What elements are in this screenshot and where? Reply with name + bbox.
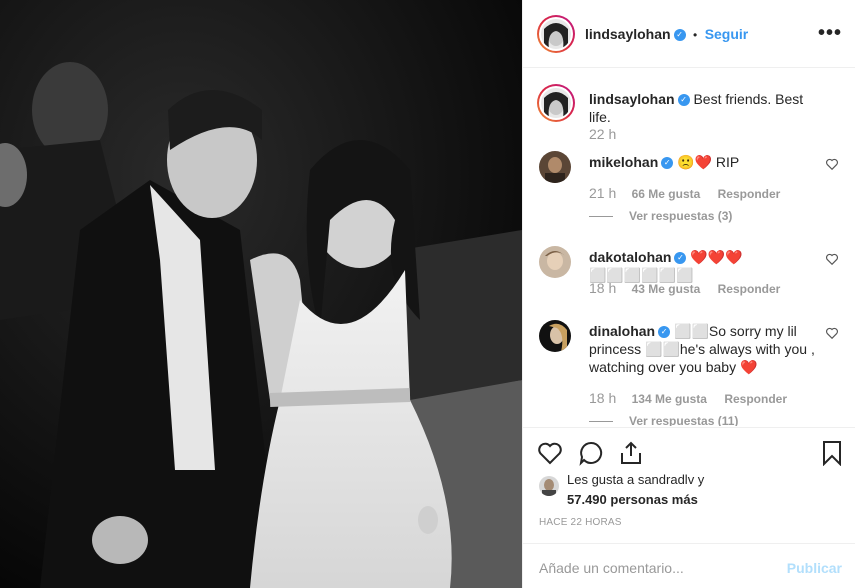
comment-time[interactable]: 18 h bbox=[589, 390, 616, 406]
avatar[interactable] bbox=[539, 476, 559, 496]
caption-meta: 22 h bbox=[589, 126, 628, 142]
post-side-panel: lindsaylohan ✓ • Seguir ••• lindsaylohan ✓… bbox=[522, 0, 855, 588]
view-replies-button[interactable]: Ver respuestas (11) bbox=[589, 414, 738, 426]
avatar bbox=[541, 88, 571, 118]
caption-avatar-ring[interactable] bbox=[537, 84, 575, 122]
view-replies-label: Ver respuestas (11) bbox=[629, 414, 739, 426]
avatar[interactable] bbox=[539, 151, 571, 183]
verified-badge-icon: ✓ bbox=[677, 94, 690, 107]
comment-time[interactable]: 18 h bbox=[589, 280, 616, 296]
comment-emoji: 🙁❤️ bbox=[677, 154, 713, 170]
comment-time[interactable]: 21 h bbox=[589, 185, 616, 201]
comment-username[interactable]: dinalohan bbox=[589, 323, 655, 339]
view-replies-label: Ver respuestas (3) bbox=[629, 209, 733, 223]
verified-badge-icon: ✓ bbox=[674, 252, 687, 265]
verified-badge-icon: ✓ bbox=[658, 326, 671, 339]
comments-list[interactable]: lindsaylohan ✓ Best friends. Best life. 2… bbox=[523, 68, 855, 426]
comment-text: mikelohan ✓ 🙁❤️ RIP bbox=[589, 153, 815, 171]
comment-username[interactable]: dakotalohan bbox=[589, 249, 671, 265]
follow-button[interactable]: Seguir bbox=[705, 26, 749, 42]
wedding-photo-image bbox=[0, 0, 522, 588]
post-actions-bar bbox=[523, 427, 855, 468]
caption-username[interactable]: lindsaylohan bbox=[589, 91, 675, 107]
author-username[interactable]: lindsaylohan bbox=[585, 26, 671, 42]
verified-badge-icon: ✓ bbox=[661, 157, 674, 170]
add-comment-input[interactable]: Añade un comentario... bbox=[539, 560, 684, 576]
liked-by-text[interactable]: Les gusta a sandradlv y bbox=[567, 472, 704, 487]
header-separator: • bbox=[693, 28, 698, 42]
comment-bubble-icon[interactable] bbox=[578, 440, 604, 466]
bookmark-save-icon[interactable] bbox=[819, 440, 845, 466]
instagram-post-window: lindsaylohan ✓ • Seguir ••• lindsaylohan ✓… bbox=[0, 0, 855, 588]
post-timestamp[interactable]: HACE 22 HORAS bbox=[539, 517, 622, 528]
reply-button[interactable]: Responder bbox=[718, 282, 781, 296]
view-replies-line bbox=[589, 421, 613, 423]
publish-button[interactable]: Publicar bbox=[787, 560, 842, 576]
comment-likes[interactable]: 66 Me gusta bbox=[632, 187, 701, 201]
avatar[interactable] bbox=[539, 320, 571, 352]
reply-button[interactable]: Responder bbox=[718, 187, 781, 201]
comment-body: RIP bbox=[715, 154, 740, 170]
more-options-icon[interactable]: ••• bbox=[818, 23, 842, 43]
like-comment-heart-icon[interactable] bbox=[825, 252, 839, 266]
comment-username[interactable]: mikelohan bbox=[589, 154, 658, 170]
avatar[interactable] bbox=[539, 246, 571, 278]
like-heart-icon[interactable] bbox=[537, 440, 563, 466]
view-replies-button[interactable]: Ver respuestas (3) bbox=[589, 209, 732, 223]
view-replies-line bbox=[589, 216, 613, 218]
caption-time[interactable]: 22 h bbox=[589, 126, 616, 142]
add-comment-bar: Añade un comentario... Publicar bbox=[523, 543, 855, 588]
comment-text: dakotalohan ✓ ❤️❤️❤️⬜⬜⬜⬜⬜⬜ bbox=[589, 248, 815, 284]
share-icon[interactable] bbox=[618, 440, 644, 466]
comment-body-prefix: ⬜⬜ bbox=[674, 323, 709, 339]
reply-button[interactable]: Responder bbox=[724, 392, 787, 406]
author-avatar-ring[interactable] bbox=[537, 15, 575, 53]
avatar bbox=[541, 19, 571, 49]
likes-count[interactable]: 57.490 personas más bbox=[567, 492, 698, 507]
comment-meta: 18 h 134 Me gusta Responder bbox=[589, 390, 801, 406]
comment-meta: 18 h 43 Me gusta Responder bbox=[589, 280, 794, 296]
caption-text: lindsaylohan ✓ Best friends. Best life. bbox=[589, 90, 815, 126]
verified-badge-icon: ✓ bbox=[673, 28, 686, 41]
comment-meta: 21 h 66 Me gusta Responder bbox=[589, 185, 794, 201]
likes-summary: Les gusta a sandradlv y 57.490 personas … bbox=[539, 472, 839, 512]
like-comment-heart-icon[interactable] bbox=[825, 326, 839, 340]
comment-likes[interactable]: 134 Me gusta bbox=[632, 392, 707, 406]
comment-text: dinalohan ✓ ⬜⬜So sorry my lil princess ⬜⬜… bbox=[589, 322, 815, 376]
post-header: lindsaylohan ✓ • Seguir ••• bbox=[523, 0, 855, 68]
post-photo[interactable] bbox=[0, 0, 522, 588]
like-comment-heart-icon[interactable] bbox=[825, 157, 839, 171]
comment-likes[interactable]: 43 Me gusta bbox=[632, 282, 701, 296]
